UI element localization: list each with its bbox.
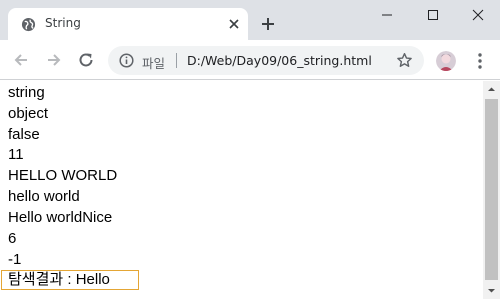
profile-avatar[interactable]: [436, 51, 456, 71]
address-divider: [176, 53, 177, 68]
close-tab-icon[interactable]: [228, 18, 240, 30]
minimize-button[interactable]: [364, 0, 410, 30]
maximize-button[interactable]: [410, 0, 456, 30]
output-line: object: [8, 105, 49, 122]
search-result-text: 탐색결과 : Hello: [8, 271, 110, 288]
output-line: string: [8, 84, 45, 101]
page-content: string object false 11 HELLO WORLD hello…: [0, 81, 483, 299]
browser-toolbar: 파일 D:/Web/Day09/06_string.html: [0, 40, 500, 80]
forward-arrow-icon[interactable]: [45, 51, 63, 69]
vertical-scrollbar[interactable]: [483, 81, 500, 299]
tab-string[interactable]: String: [8, 8, 248, 40]
output-line: false: [8, 126, 40, 143]
scheme-label: 파일: [142, 56, 166, 71]
scroll-down-arrow-icon[interactable]: [483, 282, 500, 299]
maximize-icon: [428, 10, 438, 20]
close-window-icon: [472, 9, 484, 21]
output-line: Hello worldNice: [8, 209, 113, 226]
bookmark-star-icon[interactable]: [396, 52, 413, 69]
output-line: HELLO WORLD: [8, 167, 118, 184]
minimize-icon: [382, 14, 392, 16]
avatar-image-icon: [436, 51, 456, 71]
title-bar: String: [0, 0, 500, 40]
reload-icon[interactable]: [77, 51, 95, 69]
output-line: hello world: [8, 188, 80, 205]
scroll-up-arrow-icon[interactable]: [483, 81, 500, 98]
close-window-button[interactable]: [456, 0, 500, 30]
url-text[interactable]: D:/Web/Day09/06_string.html: [187, 53, 372, 68]
globe-icon: [21, 17, 36, 32]
output-line: -1: [8, 251, 22, 268]
info-icon[interactable]: [119, 53, 134, 68]
tab-title: String: [45, 16, 81, 30]
back-arrow-icon[interactable]: [12, 51, 30, 69]
output-line: 11: [8, 146, 24, 163]
search-result-box: 탐색결과 : Hello: [1, 270, 139, 290]
output-line: 6: [8, 230, 17, 247]
address-bar[interactable]: 파일 D:/Web/Day09/06_string.html: [108, 46, 424, 75]
scroll-thumb[interactable]: [485, 99, 498, 280]
new-tab-plus-icon[interactable]: [260, 16, 276, 32]
more-menu-icon[interactable]: [472, 52, 488, 70]
